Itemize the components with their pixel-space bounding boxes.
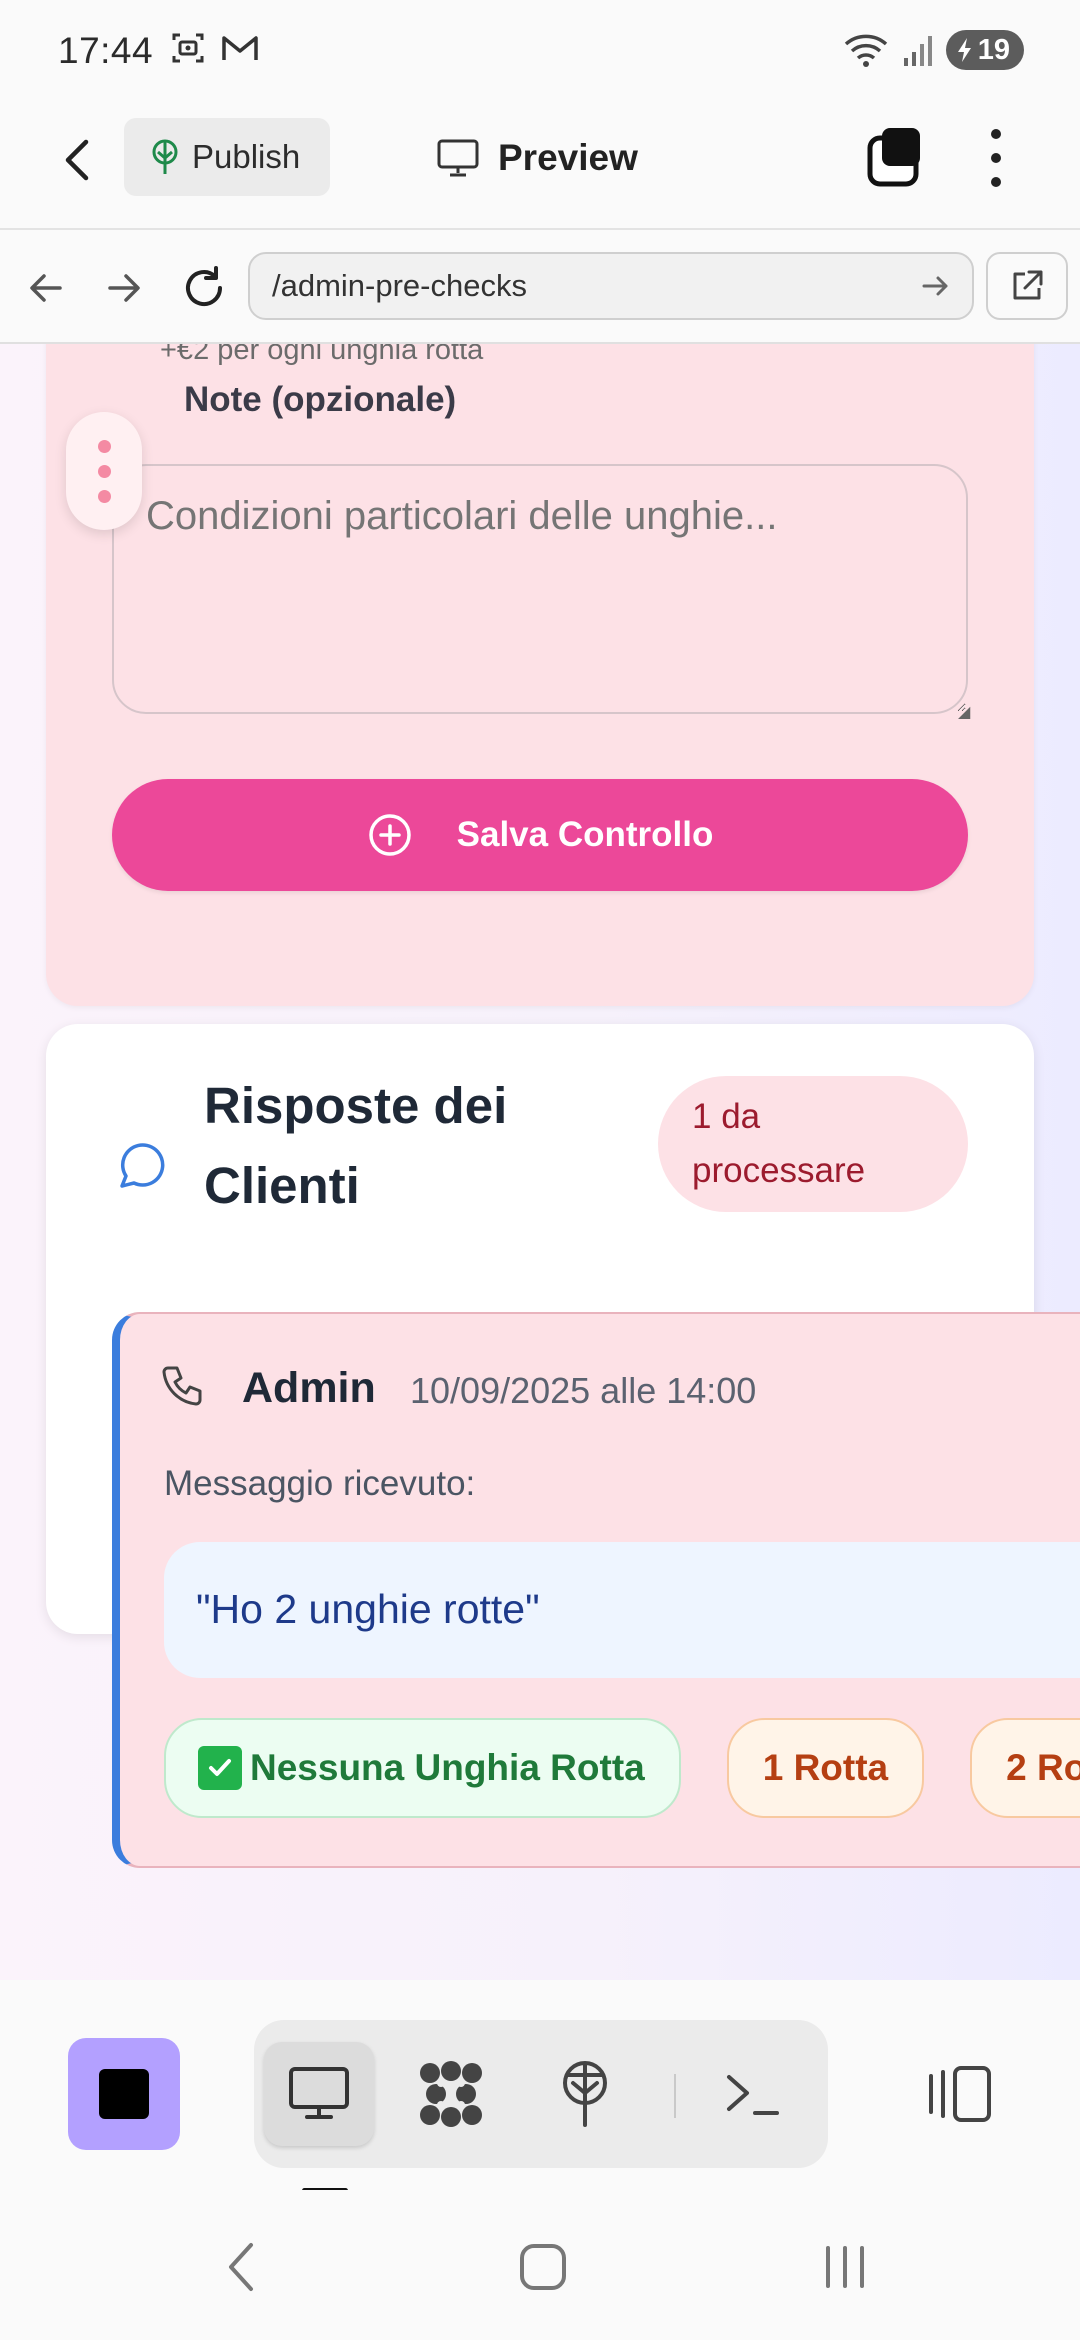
more-dot — [991, 177, 1001, 187]
external-link-icon — [1013, 270, 1043, 300]
pending-count-badge: 1 da processare — [658, 1076, 968, 1212]
received-label: Messaggio ricevuto: — [164, 1464, 476, 1503]
system-recents-button[interactable] — [810, 2232, 880, 2302]
arrow-right-icon — [922, 276, 948, 296]
deploy-tool-button[interactable] — [530, 2042, 640, 2146]
open-external-button[interactable] — [986, 252, 1068, 320]
gmail-icon — [222, 36, 258, 60]
phone-icon — [160, 1364, 204, 1413]
broken-nail-hint: +€2 per ogni unghia rotta — [160, 344, 484, 366]
stop-icon — [99, 2069, 149, 2119]
browser-bar: /admin-pre-checks — [0, 232, 1080, 344]
preview-tab[interactable]: Preview — [436, 128, 638, 188]
drag-handle[interactable] — [66, 412, 142, 530]
side-panel-icon — [929, 2066, 991, 2122]
more-menu-button[interactable] — [976, 122, 1016, 194]
page-content: +€2 per ogni unghia rotta Note (opzional… — [0, 344, 1080, 1980]
check-mark-icon — [198, 1746, 242, 1790]
message-timestamp: 10/09/2025 alle 14:00 — [410, 1370, 757, 1411]
system-home-button[interactable] — [508, 2232, 578, 2302]
recents-icon — [826, 2246, 864, 2288]
side-panel-button[interactable] — [920, 2038, 1000, 2150]
battery-charging-icon: 19 — [945, 30, 1024, 70]
url-bar[interactable]: /admin-pre-checks — [248, 252, 974, 320]
arrow-right-icon — [108, 274, 140, 302]
message-circle-icon — [112, 1140, 168, 1201]
chevron-left-icon — [229, 2243, 253, 2291]
bottom-toolbar — [0, 1980, 1080, 2193]
browser-back-button[interactable] — [18, 260, 74, 316]
no-broken-nails-button[interactable]: Nessuna Unghia Rotta — [164, 1718, 681, 1818]
url-text: /admin-pre-checks — [272, 268, 527, 303]
monitor-icon — [437, 139, 479, 177]
reload-button[interactable] — [176, 260, 232, 316]
broken-nails-options: Nessuna Unghia Rotta 1 Rotta 2 Rotte — [164, 1718, 1080, 1818]
browser-forward-button[interactable] — [96, 260, 152, 316]
screenshot-icon — [172, 33, 204, 63]
pre-check-form-card: +€2 per ogni unghia rotta Note (opzional… — [46, 344, 1034, 1006]
terminal-icon — [727, 2075, 779, 2115]
plus-circle-icon — [368, 814, 411, 856]
notes-textarea[interactable] — [112, 464, 968, 714]
app-bar: Publish Preview — [0, 100, 1080, 230]
windows-icon — [867, 128, 920, 187]
tool-group — [254, 2020, 828, 2168]
publish-tree-icon — [563, 2061, 607, 2127]
message-text: "Ho 2 unghie rotte" — [196, 1586, 540, 1632]
workspace-grid-icon — [420, 2061, 482, 2127]
status-bar: 17:44 19 — [0, 0, 1080, 100]
publish-button[interactable]: Publish — [124, 118, 330, 196]
url-go-button[interactable] — [918, 268, 954, 312]
signal-icon — [903, 36, 932, 66]
system-back-button[interactable] — [206, 2232, 276, 2302]
stop-button[interactable] — [68, 2038, 180, 2150]
save-check-button[interactable]: Salva Controllo — [112, 779, 968, 891]
replit-workspace-button[interactable] — [396, 2042, 506, 2146]
windows-button[interactable] — [866, 126, 926, 190]
more-dot — [991, 153, 1001, 163]
two-broken-nails-button[interactable]: 2 Rotte — [970, 1718, 1080, 1818]
arrow-left-icon — [30, 274, 62, 302]
notes-label: Note (opzionale) — [184, 380, 457, 419]
back-button[interactable] — [50, 130, 110, 190]
section-title: Risposte dei Clienti — [204, 1077, 508, 1214]
wifi-icon — [844, 34, 887, 67]
message-author: Admin — [242, 1364, 376, 1412]
status-time: 17:44 — [58, 30, 154, 71]
resize-grip-icon[interactable]: ◢ — [958, 702, 970, 722]
monitor-icon — [289, 2067, 349, 2119]
system-navigation-bar — [0, 2190, 1080, 2340]
more-dot — [991, 129, 1001, 139]
reload-icon — [186, 266, 222, 306]
one-broken-nail-button[interactable]: 1 Rotta — [726, 1718, 925, 1818]
message-bubble: "Ho 2 unghie rotte" — [164, 1542, 1080, 1678]
shell-tool-button[interactable] — [698, 2042, 808, 2146]
chevron-left-icon — [65, 139, 89, 181]
publish-tree-icon — [152, 139, 178, 174]
preview-tool-button[interactable] — [264, 2042, 374, 2146]
home-square-icon — [520, 2244, 566, 2290]
client-message-card: Admin 10/09/2025 alle 14:00 Messaggio ri… — [112, 1312, 1080, 1868]
